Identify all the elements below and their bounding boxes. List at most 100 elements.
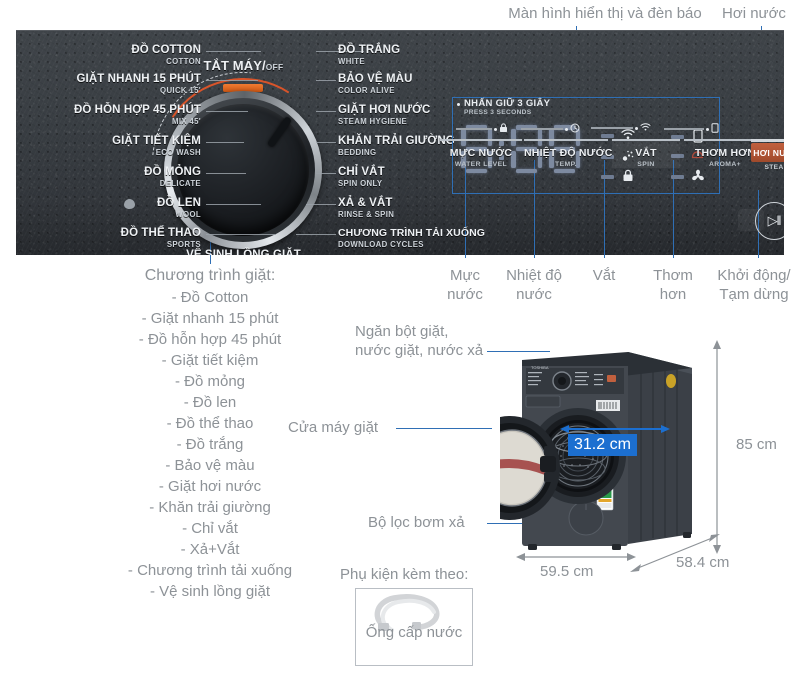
program-right-5: XẢ & VẮT RINSE & SPIN — [338, 197, 528, 220]
program-right-0-vi: ĐỒ TRẮNG — [338, 44, 401, 56]
slider-wifi-dot — [635, 126, 638, 130]
program-left-6-en: SPORTS — [166, 240, 201, 249]
depth-dimension-label: 58.4 cm — [676, 554, 730, 571]
program-left-3: GIẶT TIẾT KIỆM ECO WASH — [16, 135, 201, 158]
slider-phone[interactable] — [664, 123, 722, 135]
height-dimension-label: 85 cm — [736, 436, 777, 453]
tick-right-6 — [296, 234, 336, 235]
tick-right-2 — [316, 111, 336, 112]
program-left-2-vi: ĐỒ HỖN HỢP 45 PHÚT — [73, 104, 201, 116]
program-left-0: ĐỒ COTTON COTTON — [16, 44, 201, 67]
list-item: - Chỉ vắt — [182, 520, 238, 537]
list-item: - Chương trình tải xuống — [127, 562, 293, 579]
tick-right-4 — [316, 173, 336, 174]
slider-delay-timer[interactable] — [521, 123, 581, 135]
tick-right-3 — [316, 142, 336, 143]
program-left-0-en: COTTON — [166, 57, 201, 66]
annotation-detergent-drawer: Ngăn bột giặt, nước giặt, nước xả — [355, 323, 484, 359]
button-water-temp-vi: NHIỆT ĐỘ NƯỚC — [524, 147, 613, 159]
accessories-title: Phụ kiện kèm theo: — [340, 566, 469, 583]
program-right-0-en: WHITE — [338, 57, 365, 66]
child-lock-slider-icon — [499, 123, 508, 135]
hold-3s-label-vi: NHẤN GIỮ 3 GIÂY — [464, 98, 551, 109]
slider-child-lock-dot — [494, 127, 497, 131]
button-water-level-vi: MỰC NƯỚC — [449, 147, 513, 159]
door-diameter-badge: 31.2 cm — [568, 434, 637, 456]
steam-button[interactable]: HƠI NƯỚC — [751, 143, 784, 162]
program-right-1: BẢO VỆ MÀU COLOR ALIVE — [338, 73, 528, 96]
tick-right-1 — [316, 80, 336, 81]
washer-control-panel: TẮT MÁY/OFF VỆ SINH LỒNG GIẶT DRUM CLEAN… — [16, 30, 784, 255]
wifi-slider-icon — [640, 123, 651, 133]
wool-icon — [124, 199, 135, 209]
program-left-2: ĐỒ HỖN HỢP 45 PHÚT MIX 45' — [16, 104, 201, 127]
annotation-aroma: Thơm hơn — [653, 267, 693, 303]
button-water-level[interactable]: MỰC NƯỚC WATER LEVEL — [440, 139, 522, 168]
accessory-label: Ống cấp nước — [365, 624, 463, 641]
machine-barcode-label — [596, 400, 620, 411]
start-pause-button[interactable]: ▷ll — [755, 202, 784, 240]
program-right-1-en: COLOR ALIVE — [338, 86, 395, 95]
steam-button-label: HƠI NƯỚC — [753, 147, 784, 158]
annotation-machine-door: Cửa máy giặt — [288, 419, 379, 436]
list-item: - Đồ thể thao — [166, 415, 254, 432]
list-item: - Khăn trải giường — [149, 499, 271, 516]
program-left-5-vi: ĐỒ LEN — [156, 197, 201, 209]
program-left-6: ĐỒ THỂ THAO SPORTS — [16, 227, 201, 250]
annotation-water-level: Mực nước — [447, 267, 483, 303]
steam-button-label-en: STEAM — [764, 164, 784, 171]
tick-right-5 — [306, 204, 336, 205]
slider-delay-line — [521, 128, 563, 130]
indicator-aroma-bar — [671, 174, 684, 179]
hold-dot-icon — [457, 103, 460, 106]
width-dimension-label: 59.5 cm — [540, 563, 594, 580]
detergent-drawer — [525, 395, 561, 408]
lock-icon — [620, 169, 635, 184]
list-item: - Đồ hỗn hợp 45 phút — [138, 331, 282, 348]
slider-phone-line — [664, 128, 704, 130]
program-left-5: ĐỒ LEN WOOL — [16, 197, 201, 220]
tick-left-1 — [206, 80, 258, 81]
machine-badge — [666, 374, 676, 388]
button-water-level-underline — [440, 139, 522, 141]
program-right-6-vi: CHƯƠNG TRÌNH TẢI XUỐNG — [338, 227, 486, 239]
annotation-spin: Vắt — [592, 267, 616, 284]
product-spec-diagram: Màn hình hiển thị và đèn báo Hơi nước TẮ… — [0, 0, 800, 680]
tick-left-3 — [206, 142, 244, 143]
svg-text:TOSHIBA: TOSHIBA — [531, 365, 549, 370]
program-left-5-en: WOOL — [175, 210, 201, 219]
annotation-water-temp: Nhiệt độ nước — [506, 267, 562, 303]
button-water-temp[interactable]: NHIỆT ĐỘ NƯỚC TEMP. — [524, 139, 613, 168]
program-list: - Đồ Cotton - Giặt nhanh 15 phút - Đồ hỗ… — [110, 288, 310, 603]
slider-child-lock[interactable] — [456, 123, 511, 135]
button-spin[interactable]: VẮT SPIN — [612, 139, 680, 168]
program-right-5-vi: XẢ & VẮT — [338, 197, 393, 209]
button-water-level-en: WATER LEVEL — [454, 161, 508, 168]
door-hinge-top — [544, 446, 554, 456]
list-item: - Đồ trắng — [176, 436, 244, 453]
list-item: - Đồ Cotton — [171, 289, 249, 306]
start-pause-glyph: ▷ll — [767, 213, 782, 228]
tick-left-2 — [206, 111, 248, 112]
program-left-6-vi: ĐỒ THỂ THAO — [120, 227, 201, 239]
button-spin-en: SPIN — [637, 161, 655, 168]
door-hinge-bottom — [544, 472, 554, 482]
program-left-3-en: ECO WASH — [155, 148, 201, 157]
program-right-5-en: RINSE & SPIN — [338, 210, 395, 219]
program-right-1-vi: BẢO VỆ MÀU — [338, 73, 413, 85]
list-item: - Giặt tiết kiệm — [161, 352, 259, 369]
program-right-0: ĐỒ TRẮNG WHITE — [338, 44, 528, 67]
indicator-lock-bar — [601, 174, 614, 179]
tick-left-0 — [206, 51, 261, 52]
indicator-wifi-bar — [601, 133, 614, 138]
list-item: - Vệ sinh lồng giặt — [149, 583, 271, 600]
tick-left-4 — [206, 173, 246, 174]
indicator-child-lock — [601, 169, 635, 184]
program-right-6: CHƯƠNG TRÌNH TẢI XUỐNG DOWNLOAD CYCLES — [338, 227, 528, 250]
indicator-aroma — [671, 169, 705, 184]
program-right-6-en: DOWNLOAD CYCLES — [338, 240, 424, 249]
slider-wifi[interactable] — [591, 123, 651, 133]
machine-side-panel — [628, 352, 692, 544]
list-item: - Giặt nhanh 15 phút — [141, 310, 279, 327]
slider-phone-dot — [706, 127, 709, 131]
